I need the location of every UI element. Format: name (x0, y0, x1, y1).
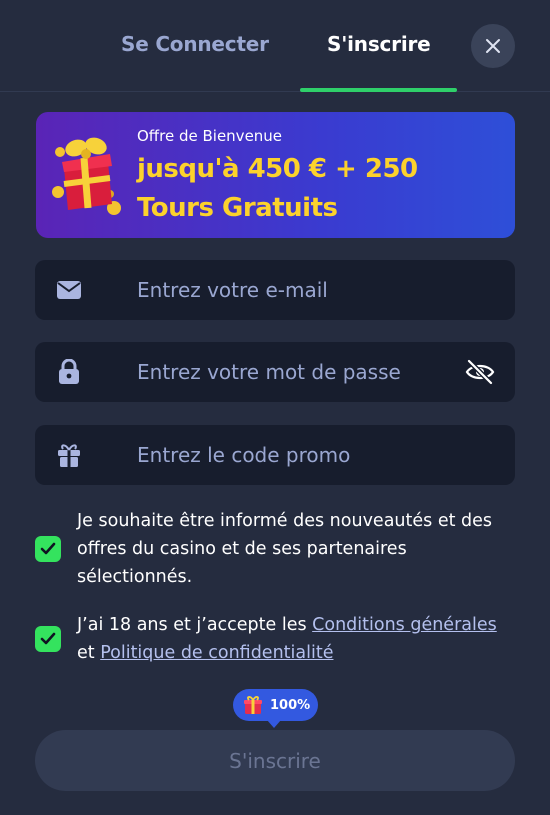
password-input[interactable] (137, 342, 467, 402)
terms-consent: J’ai 18 ans et j’accepte les Conditions … (35, 611, 515, 667)
signup-submit-button[interactable]: S'inscrire (35, 730, 515, 791)
welcome-offer-banner: Offre de Bienvenue jusqu'à 450 € + 250 T… (36, 112, 515, 238)
newsletter-consent-text: Je souhaite être informé des nouveautés … (77, 511, 493, 587)
close-icon (486, 39, 500, 53)
checkmark-icon (40, 542, 56, 555)
banner-subtitle: Offre de Bienvenue (137, 127, 283, 145)
terms-conditions-link[interactable]: Conditions générales (312, 615, 497, 635)
privacy-policy-link[interactable]: Politique de confidentialité (100, 643, 333, 663)
email-field[interactable] (35, 260, 515, 320)
terms-prefix: J’ai 18 ans et j’accepte les (77, 615, 313, 635)
gift-box-icon (52, 137, 121, 215)
envelope-icon (56, 277, 82, 303)
gift-icon (244, 696, 262, 714)
eye-slash-icon (465, 359, 495, 385)
auth-tabs: Se Connecter S'inscrire (0, 0, 550, 92)
promo-code-input[interactable] (137, 425, 467, 485)
newsletter-checkbox[interactable] (35, 536, 61, 562)
toggle-password-visibility[interactable] (463, 355, 497, 389)
checkmark-icon (40, 632, 56, 645)
terms-checkbox[interactable] (35, 626, 61, 652)
lock-icon (56, 359, 82, 385)
banner-title: jusqu'à 450 € + 250 Tours Gratuits (137, 154, 418, 223)
tab-signup[interactable]: S'inscrire (327, 32, 431, 56)
progress-badge: 100% (233, 689, 318, 728)
password-field[interactable] (35, 342, 515, 402)
email-input[interactable] (137, 260, 467, 320)
terms-middle: et (77, 643, 101, 663)
active-tab-indicator (300, 88, 457, 92)
close-button[interactable] (471, 24, 515, 68)
newsletter-consent: Je souhaite être informé des nouveautés … (35, 507, 515, 591)
promo-code-field[interactable] (35, 425, 515, 485)
gift-icon (56, 442, 82, 468)
progress-label: 100% (270, 697, 311, 713)
terms-consent-text: J’ai 18 ans et j’accepte les Conditions … (77, 611, 515, 667)
tab-login[interactable]: Se Connecter (121, 32, 269, 56)
